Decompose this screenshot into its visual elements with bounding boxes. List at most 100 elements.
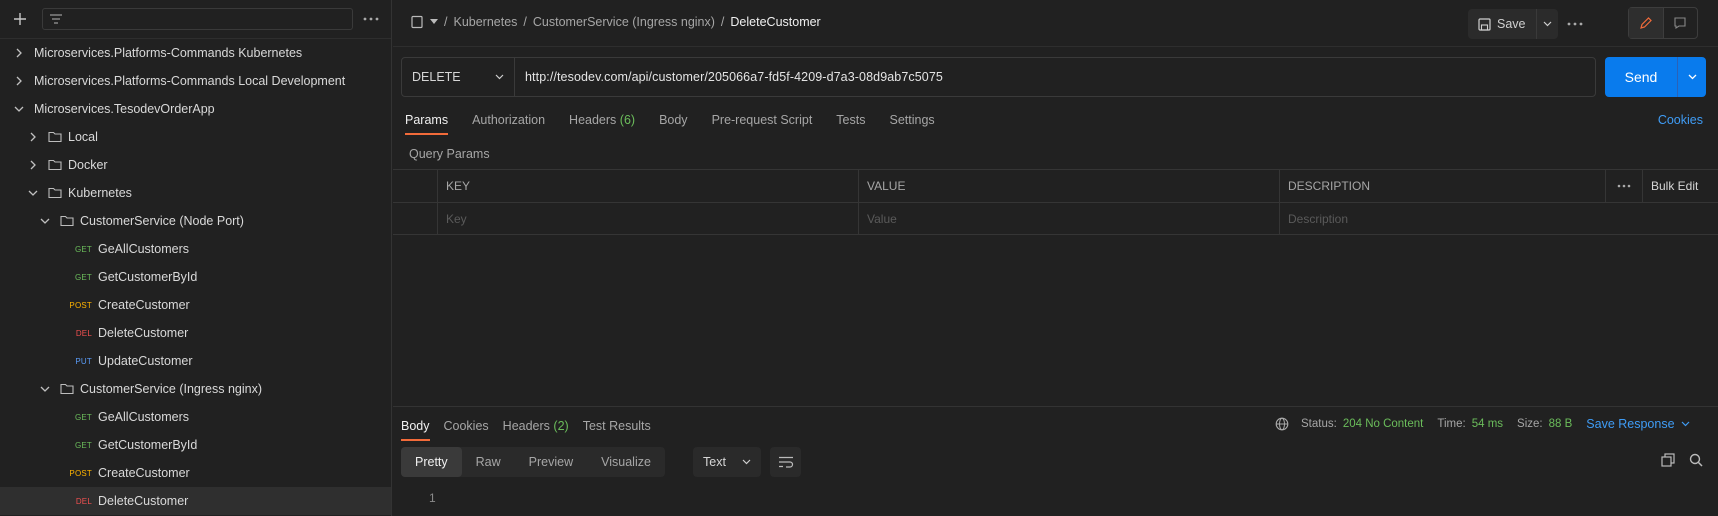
folder-item[interactable]: CustomerService (Node Port) — [0, 207, 391, 235]
save-options-button[interactable] — [1535, 9, 1558, 39]
method-select[interactable]: DELETE — [402, 58, 515, 96]
time-value[interactable]: 54 ms — [1472, 418, 1503, 430]
tree-item-label: DeleteCustomer — [98, 326, 189, 340]
pencil-icon — [1639, 17, 1652, 29]
status-value[interactable]: 204 No Content — [1343, 418, 1424, 430]
method-badge: GET — [74, 244, 92, 254]
response-status: Status: 204 No Content Time: 54 ms Size:… — [1275, 417, 1690, 431]
format-pretty[interactable]: Pretty — [401, 447, 462, 477]
tab-settings[interactable]: Settings — [889, 110, 934, 135]
tab-headers[interactable]: Headers (6) — [569, 110, 635, 135]
collection-item[interactable]: Microservices.TesodevOrderApp — [0, 95, 391, 123]
more-options-icon[interactable] — [361, 9, 381, 29]
more-actions-button[interactable] — [1567, 15, 1583, 29]
format-tabs: Pretty Raw Preview Visualize — [401, 447, 665, 477]
request-item[interactable]: DEL DeleteCustomer — [0, 487, 391, 515]
cookies-link[interactable]: Cookies — [1658, 113, 1703, 127]
folder-item[interactable]: Local — [0, 123, 391, 151]
request-item[interactable]: GET GeAllCustomers — [0, 403, 391, 431]
resp-tab-test-results[interactable]: Test Results — [583, 416, 651, 441]
tree-item-label: GeAllCustomers — [98, 242, 189, 256]
tree-item-label: UpdateCustomer — [98, 354, 193, 368]
url-input[interactable]: http://tesodev.com/api/customer/205066a7… — [515, 58, 1595, 96]
wrap-lines-button[interactable] — [770, 447, 801, 477]
folder-item[interactable]: CustomerService (Ingress nginx) — [0, 375, 391, 403]
send-options-button[interactable] — [1677, 57, 1706, 97]
chevron-down-icon[interactable] — [430, 19, 438, 25]
comment-icon — [1674, 17, 1686, 30]
collection-item[interactable]: Microservices.Platforms-Commands Kuberne… — [0, 39, 391, 67]
chevron-down-icon[interactable] — [38, 214, 52, 228]
save-response-button[interactable]: Save Response — [1586, 417, 1689, 431]
comment-mode-button[interactable] — [1664, 8, 1698, 38]
folder-item[interactable]: Docker — [0, 151, 391, 179]
chevron-down-icon[interactable] — [26, 186, 40, 200]
request-item[interactable]: POST CreateCustomer — [0, 459, 391, 487]
chevron-right-icon[interactable] — [12, 46, 26, 60]
line-number: 1 — [429, 491, 436, 505]
tab-params[interactable]: Params — [405, 110, 449, 135]
new-icon[interactable] — [10, 9, 30, 29]
resp-tab-body[interactable]: Body — [401, 416, 430, 441]
resp-tab-cookies[interactable]: Cookies — [444, 416, 489, 441]
bulk-edit-button[interactable]: Bulk Edit — [1642, 170, 1718, 202]
copy-icon[interactable] — [1661, 453, 1675, 467]
resp-tab-headers[interactable]: Headers (2) — [503, 416, 569, 441]
method-badge: GET — [74, 412, 92, 422]
request-item[interactable]: POST CreateCustomer — [0, 291, 391, 319]
edit-mode-button[interactable] — [1629, 8, 1664, 38]
chevron-right-icon[interactable] — [12, 74, 26, 88]
tree-item-label: GetCustomerById — [98, 438, 198, 452]
search-icon[interactable] — [1689, 453, 1703, 467]
resp-tab-headers-count: (2) — [553, 419, 569, 433]
send-button[interactable]: Send — [1605, 57, 1677, 97]
chevron-right-icon[interactable] — [26, 158, 40, 172]
save-button[interactable]: Save — [1468, 9, 1536, 39]
globe-icon[interactable] — [1275, 417, 1289, 431]
collection-item[interactable]: Microservices.Platforms-Commands Local D… — [0, 67, 391, 95]
description-input[interactable]: Description — [1279, 203, 1718, 234]
breadcrumb-item-kubernetes[interactable]: Kubernetes — [453, 15, 517, 29]
breadcrumb-item-service[interactable]: CustomerService (Ingress nginx) — [533, 15, 715, 29]
request-bar: DELETE http://tesodev.com/api/customer/2… — [401, 57, 1596, 97]
request-item[interactable]: DEL DeleteCustomer — [0, 319, 391, 347]
tab-body[interactable]: Body — [659, 110, 688, 135]
col-value: VALUE — [858, 170, 1279, 202]
request-item[interactable]: GET GetCustomerById — [0, 263, 391, 291]
request-item[interactable]: GET GetCustomerById — [0, 431, 391, 459]
format-preview[interactable]: Preview — [515, 447, 587, 477]
folder-icon — [48, 159, 62, 171]
format-visualize[interactable]: Visualize — [587, 447, 665, 477]
filter-input[interactable] — [42, 8, 353, 30]
tab-headers-count: (6) — [619, 113, 636, 127]
tab-prerequest-script[interactable]: Pre-request Script — [712, 110, 813, 135]
request-pane: / Kubernetes / CustomerService (Ingress … — [393, 0, 1718, 516]
key-input[interactable]: Key — [437, 203, 858, 234]
size-value[interactable]: 88 B — [1549, 418, 1573, 430]
folder-item[interactable]: Kubernetes — [0, 179, 391, 207]
time-label: Time: — [1437, 418, 1466, 430]
breadcrumb-current[interactable]: DeleteCustomer — [730, 15, 820, 29]
request-item[interactable]: PUT UpdateCustomer — [0, 347, 391, 375]
value-input[interactable]: Value — [858, 203, 1279, 234]
method-badge: GET — [74, 272, 92, 282]
tab-authorization[interactable]: Authorization — [472, 110, 545, 135]
breadcrumb-sep: / — [444, 15, 448, 29]
tree-item-label: Local — [68, 130, 98, 144]
method-badge: PUT — [75, 356, 92, 366]
request-tabs: Params Authorization Headers (6) Body Pr… — [405, 110, 959, 135]
text-type-select[interactable]: Text — [693, 447, 761, 477]
format-raw[interactable]: Raw — [462, 447, 515, 477]
text-type-value: Text — [703, 455, 726, 469]
method-badge: GET — [74, 440, 92, 450]
request-item[interactable]: GET GeAllCustomers — [0, 235, 391, 263]
params-more-button[interactable] — [1605, 170, 1642, 202]
chevron-down-icon[interactable] — [12, 102, 26, 116]
chevron-right-icon[interactable] — [26, 130, 40, 144]
breadcrumb-sep: / — [720, 15, 725, 29]
folder-icon — [60, 383, 74, 395]
col-description: DESCRIPTION — [1279, 170, 1605, 202]
tab-tests[interactable]: Tests — [836, 110, 865, 135]
chevron-down-icon[interactable] — [38, 382, 52, 396]
request-type-icon[interactable] — [410, 15, 424, 29]
